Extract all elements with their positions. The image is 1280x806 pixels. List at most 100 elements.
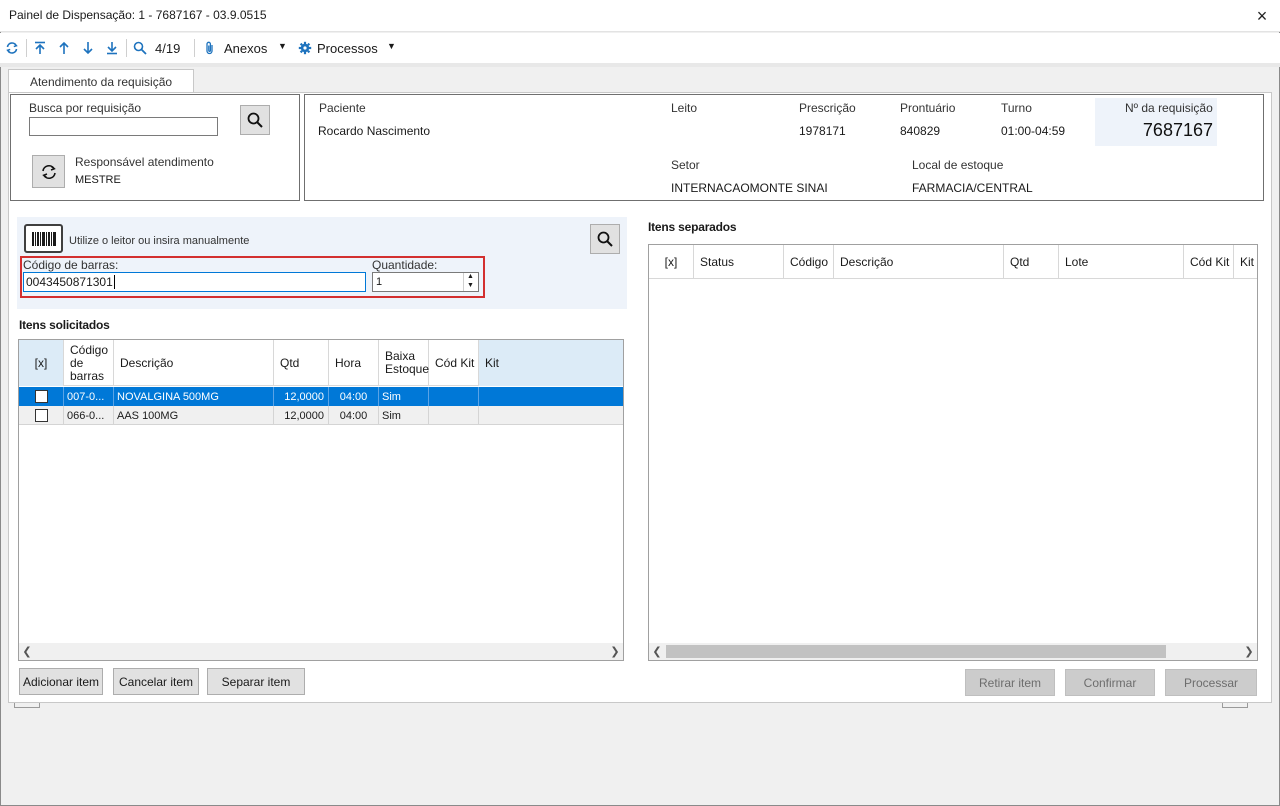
previous-record-icon[interactable] — [53, 37, 75, 59]
responsavel-value: MESTRE — [75, 174, 121, 186]
row-checkbox[interactable] — [34, 390, 48, 403]
col-hora[interactable]: Hora — [329, 340, 379, 386]
col-qtd[interactable]: Qtd — [274, 340, 329, 386]
quantidade-stepper[interactable]: 1 ▲ ▼ — [372, 272, 479, 292]
adicionar-item-button[interactable]: Adicionar item — [19, 668, 103, 695]
search-icon[interactable] — [129, 37, 151, 59]
resize-grip-right[interactable] — [1222, 703, 1248, 708]
col-status[interactable]: Status — [694, 245, 784, 279]
scan-panel: Utilize o leitor ou insira manualmente C… — [17, 217, 627, 309]
cell-baixa: Sim — [379, 387, 429, 406]
col-codigo[interactable]: Código — [784, 245, 834, 279]
cell-descricao: NOVALGINA 500MG — [114, 387, 274, 406]
gear-icon — [298, 41, 312, 58]
stepper-up-icon[interactable]: ▲ — [467, 273, 474, 280]
setor-label: Setor — [671, 158, 700, 172]
processos-label: Processos — [317, 41, 378, 56]
refresh-icon — [41, 164, 56, 179]
table-row[interactable]: 066-0... AAS 100MG 12,0000 04:00 Sim — [19, 406, 623, 425]
toolbar: 4/19 Anexos ▼ Processos ▼ — [0, 33, 1280, 63]
scroll-right-icon[interactable]: ❯ — [1241, 643, 1257, 660]
last-record-icon[interactable] — [101, 37, 123, 59]
separados-hscrollbar[interactable]: ❮ ❯ — [649, 643, 1257, 660]
col-descricao[interactable]: Descrição — [114, 340, 274, 386]
search-item-button[interactable] — [590, 224, 620, 254]
responsavel-label: Responsável atendimento — [75, 155, 214, 169]
col-baixa-estoque[interactable]: Baixa Estoque — [379, 340, 429, 386]
processos-menu-button[interactable]: Processos ▼ — [296, 37, 400, 59]
col-cod-kit[interactable]: Cód Kit — [1184, 245, 1234, 279]
anexos-menu-button[interactable]: Anexos ▼ — [203, 37, 289, 59]
col-kit[interactable]: Kit — [1234, 245, 1257, 279]
cell-descricao: AAS 100MG — [114, 406, 274, 425]
cell-hora: 04:00 — [329, 406, 379, 425]
col-cod-kit[interactable]: Cód Kit — [429, 340, 479, 386]
text-cursor — [113, 275, 115, 289]
processar-button[interactable]: Processar — [1165, 669, 1257, 696]
stepper-buttons[interactable]: ▲ ▼ — [463, 273, 478, 291]
search-requisicao-button[interactable] — [240, 105, 270, 135]
tabstrip — [0, 63, 1280, 67]
separados-header: [x] Status Código Descrição Qtd Lote Cód… — [649, 245, 1257, 279]
separados-grid: [x] Status Código Descrição Qtd Lote Cód… — [648, 244, 1258, 661]
col-codigo-barras[interactable]: Código de barras — [64, 340, 114, 386]
chevron-down-icon: ▼ — [278, 41, 287, 51]
scroll-left-icon[interactable]: ❮ — [19, 643, 35, 660]
scroll-thumb[interactable] — [666, 645, 1166, 658]
first-record-icon[interactable] — [29, 37, 51, 59]
barcode-reader-button[interactable] — [24, 224, 63, 253]
paciente-label: Paciente — [319, 101, 366, 115]
barcode-icon — [31, 231, 56, 246]
turno-value: 01:00-04:59 — [1001, 124, 1066, 138]
col-descricao[interactable]: Descrição — [834, 245, 1004, 279]
anexos-label: Anexos — [224, 41, 268, 56]
cell-kit — [479, 406, 623, 425]
search-icon — [597, 231, 613, 247]
prontuario-label: Prontuário — [900, 101, 956, 115]
close-icon[interactable]: × — [1244, 0, 1280, 32]
cancelar-item-button[interactable]: Cancelar item — [113, 668, 199, 695]
retirar-item-button[interactable]: Retirar item — [965, 669, 1055, 696]
scroll-right-icon[interactable]: ❯ — [607, 643, 623, 660]
confirmar-button[interactable]: Confirmar — [1065, 669, 1155, 696]
table-row[interactable]: 007-0... NOVALGINA 500MG 12,0000 04:00 S… — [19, 387, 623, 406]
refresh-responsavel-button[interactable] — [32, 155, 65, 188]
row-checkbox-cell[interactable] — [19, 387, 64, 406]
refresh-icon[interactable] — [1, 37, 23, 59]
setor-value: INTERNACAOMONTE SINAI — [671, 181, 828, 195]
toolbar-separator — [26, 39, 27, 57]
col-lote[interactable]: Lote — [1059, 245, 1184, 279]
tab-atendimento[interactable]: Atendimento da requisição — [8, 69, 194, 93]
col-select[interactable]: [x] — [19, 340, 64, 386]
next-record-icon[interactable] — [77, 37, 99, 59]
col-qtd[interactable]: Qtd — [1004, 245, 1059, 279]
search-panel: Busca por requisição Responsável atendim… — [10, 94, 300, 201]
cell-hora: 04:00 — [329, 387, 379, 406]
turno-label: Turno — [1001, 101, 1032, 115]
stepper-down-icon[interactable]: ▼ — [467, 282, 474, 289]
row-checkbox-cell[interactable] — [19, 406, 64, 425]
resize-grip-left[interactable] — [14, 703, 40, 708]
solicitados-grid: [x] Código de barras Descrição Qtd Hora … — [18, 339, 624, 661]
record-counter: 4/19 — [155, 41, 181, 56]
prescricao-value: 1978171 — [799, 124, 846, 138]
separados-title: Itens separados — [648, 220, 737, 234]
paciente-value: Rocardo Nascimento — [318, 124, 431, 138]
scroll-left-icon[interactable]: ❮ — [649, 643, 665, 660]
col-select[interactable]: [x] — [649, 245, 694, 279]
barcode-input-value: 0043450871301 — [26, 275, 113, 289]
local-estoque-label: Local de estoque — [912, 158, 1004, 172]
busca-requisicao-input[interactable] — [29, 117, 218, 136]
cell-qtd: 12,0000 — [274, 406, 329, 425]
quantidade-label: Quantidade: — [372, 258, 438, 272]
col-kit[interactable]: Kit — [479, 340, 623, 386]
scan-hint: Utilize o leitor ou insira manualmente — [69, 235, 250, 247]
separar-item-button[interactable]: Separar item — [207, 668, 305, 695]
prontuario-value: 840829 — [900, 124, 941, 138]
requisicao-label: Nº da requisição — [1125, 101, 1213, 115]
busca-label: Busca por requisição — [29, 101, 142, 115]
solicitados-hscrollbar[interactable]: ❮ ❯ — [19, 643, 623, 660]
cell-cod-kit — [429, 406, 479, 425]
barcode-input[interactable]: 0043450871301 — [23, 272, 366, 292]
row-checkbox[interactable] — [34, 409, 48, 422]
